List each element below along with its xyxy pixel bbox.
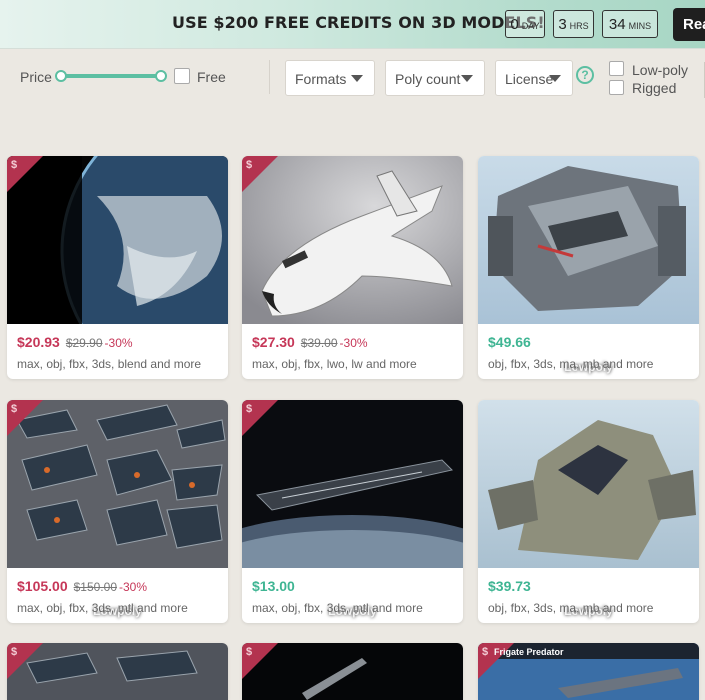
- discount-badge: -30%: [119, 580, 148, 594]
- product-card[interactable]: $ Lowpoly $105.00 $150.00 -30% max, obj, f…: [7, 400, 228, 623]
- price-row: $27.30 $39.00 -30%: [252, 334, 368, 352]
- product-card[interactable]: $ Lowpoly $13.00 max, obj, fbx, 3ds, mtl…: [242, 400, 463, 623]
- countdown-days: 0 DAY: [505, 10, 545, 38]
- tag-icon: $: [482, 646, 489, 658]
- product-formats: max, obj, fbx, 3ds, mtl and more: [17, 601, 188, 615]
- product-formats: obj, fbx, 3ds, ma, mb and more: [488, 357, 654, 371]
- product-formats: max, obj, fbx, 3ds, mtl and more: [252, 601, 423, 615]
- product-formats: obj, fbx, 3ds, ma, mb and more: [488, 601, 654, 615]
- fighter-icon[interactable]: [478, 400, 699, 568]
- product-card[interactable]: $ $20.93 $29.90 -30% max, obj, fbx, 3ds, b…: [7, 156, 228, 379]
- poly-count-dropdown[interactable]: Poly count: [385, 60, 485, 96]
- countdown-hours: 3 HRS: [553, 10, 594, 38]
- promo-cta-button[interactable]: Rea: [673, 8, 705, 41]
- filter-divider: [269, 60, 270, 94]
- promo-text: USE $200 FREE CREDITS ON 3D MODELS!: [172, 13, 545, 32]
- rigged-label: Rigged: [632, 80, 677, 96]
- filter-bar: Price Free Formats Poly count License ? …: [0, 50, 705, 116]
- old-price: $29.90: [65, 336, 103, 350]
- old-price: $150.00: [73, 580, 117, 594]
- product-price: $49.66: [488, 334, 531, 350]
- product-card[interactable]: $ $27.30 $39.00 -30% max, obj, fbx, lwo, l…: [242, 156, 463, 379]
- thumbnail-caption: Frigate Predator: [494, 647, 564, 657]
- product-card[interactable]: $: [242, 643, 463, 700]
- discount-badge: -30%: [104, 336, 133, 350]
- price-max-handle[interactable]: [155, 70, 167, 82]
- unreal-icon: U: [661, 582, 681, 602]
- price-row: $13.00: [252, 578, 295, 596]
- product-card[interactable]: U UNREAL ENGINE Lowpoly $49.66 obj, fbx,…: [478, 156, 699, 379]
- tag-icon: $: [11, 646, 18, 658]
- price-row: $105.00 $150.00 -30%: [17, 578, 147, 596]
- chevron-down-icon: [461, 75, 473, 82]
- product-price: $20.93: [17, 334, 60, 350]
- product-formats: max, obj, fbx, 3ds, blend and more: [17, 357, 202, 371]
- chevron-down-icon: [351, 75, 363, 82]
- license-dropdown[interactable]: License: [495, 60, 573, 96]
- unreal-icon: U: [661, 338, 681, 358]
- product-price: $105.00: [17, 578, 68, 594]
- price-label: Price: [20, 69, 52, 85]
- product-price: $13.00: [252, 578, 295, 594]
- product-price: $27.30: [252, 334, 295, 350]
- product-price: $39.73: [488, 578, 531, 594]
- help-icon[interactable]: ?: [576, 66, 594, 84]
- product-formats: max, obj, fbx, lwo, lw and more: [252, 357, 417, 371]
- tag-icon: $: [246, 403, 253, 415]
- price-range-slider[interactable]: [55, 70, 167, 82]
- countdown-minutes: 34 MINS: [602, 10, 658, 38]
- rigged-checkbox[interactable]: [609, 80, 624, 95]
- free-label: Free: [197, 69, 226, 85]
- product-card[interactable]: U UNREAL ENGINE Lowpoly $39.73 obj, fbx,…: [478, 400, 699, 623]
- formats-dropdown[interactable]: Formats: [285, 60, 375, 96]
- old-price: $39.00: [300, 336, 338, 350]
- price-row: $49.66: [488, 334, 531, 352]
- product-card[interactable]: $: [7, 643, 228, 700]
- promo-banner: USE $200 FREE CREDITS ON 3D MODELS! 0 DAY…: [0, 0, 705, 49]
- tag-icon: $: [246, 159, 253, 171]
- discount-badge: -30%: [339, 336, 368, 350]
- tag-icon: $: [11, 403, 18, 415]
- product-card[interactable]: $ Frigate Predator: [478, 643, 699, 700]
- price-min-handle[interactable]: [55, 70, 67, 82]
- tag-icon: $: [246, 646, 253, 658]
- price-row: $39.73: [488, 578, 531, 596]
- price-row: $20.93 $29.90 -30%: [17, 334, 133, 352]
- free-checkbox[interactable]: [174, 68, 190, 84]
- lowpoly-checkbox[interactable]: [609, 61, 624, 76]
- tag-icon: $: [11, 159, 18, 171]
- chevron-down-icon: [549, 75, 561, 82]
- lowpoly-label: Low-poly: [632, 62, 689, 78]
- mech-ship-icon[interactable]: [478, 156, 699, 324]
